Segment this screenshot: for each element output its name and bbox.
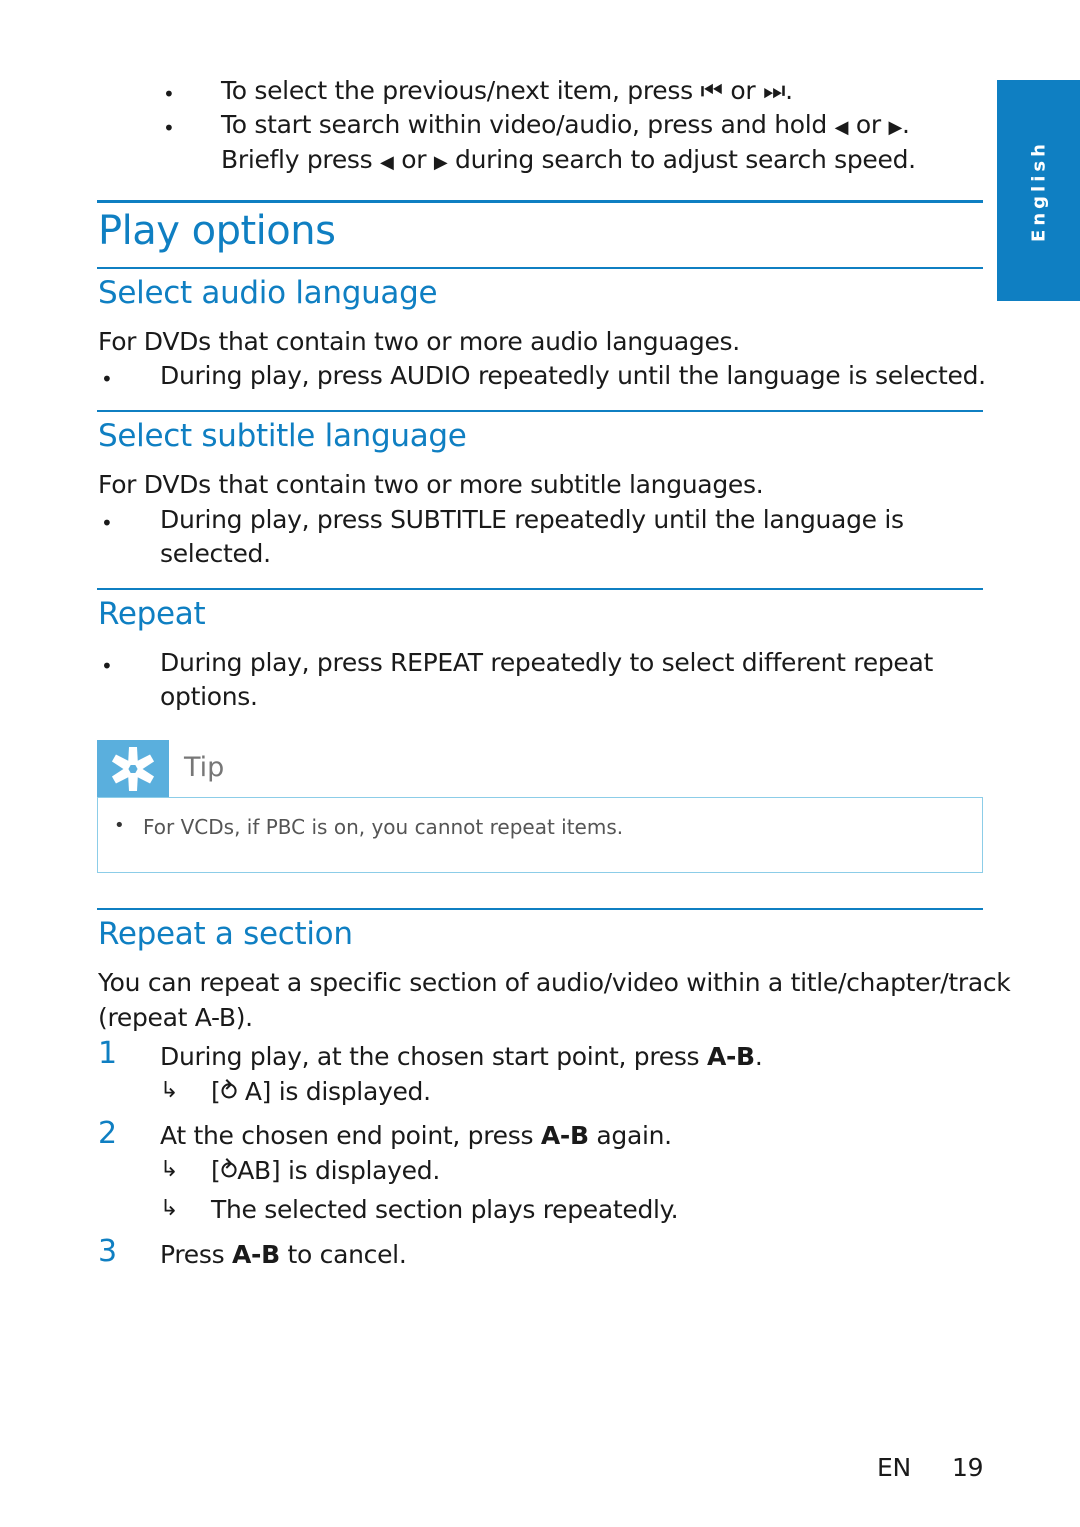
section-rule bbox=[97, 267, 983, 269]
step-number: 1 bbox=[98, 1036, 118, 1071]
bullet: • bbox=[101, 511, 113, 535]
next-icon: ⏭ bbox=[762, 76, 786, 105]
subtitle-intro: For DVDs that contain two or more subtit… bbox=[98, 470, 764, 499]
step-2-result-1: [⥁AB] is displayed. bbox=[211, 1156, 440, 1185]
bullet: • bbox=[101, 367, 113, 391]
repeat-bullet-cont: options. bbox=[160, 682, 258, 711]
step-1: During play, at the chosen start point, … bbox=[160, 1042, 763, 1071]
heading-repeat: Repeat bbox=[98, 596, 206, 632]
audio-bullet: During play, press AUDIO repeatedly unti… bbox=[160, 361, 986, 390]
subtitle-key: SUBTITLE bbox=[390, 505, 507, 534]
bullet: • bbox=[101, 654, 113, 678]
heading-repeat-section: Repeat a section bbox=[98, 916, 353, 952]
previous-icon: ⏮ bbox=[700, 76, 723, 105]
bullet: • bbox=[163, 82, 175, 106]
rewind-icon: ◀ bbox=[380, 152, 394, 173]
section-rule bbox=[97, 410, 983, 412]
rewind-icon: ◀ bbox=[834, 117, 849, 138]
result-arrow-icon: ↳ bbox=[160, 1196, 179, 1221]
intro-bullet-2: To start search within video/audio, pres… bbox=[221, 110, 910, 139]
page-number: 19 bbox=[952, 1453, 984, 1482]
repeat-key: REPEAT bbox=[390, 648, 483, 677]
page-title: Play options bbox=[98, 208, 336, 254]
subtitle-bullet: During play, press SUBTITLE repeatedly u… bbox=[160, 505, 904, 534]
step-1-result: [⥁ A] is displayed. bbox=[211, 1077, 431, 1106]
tip-label: Tip bbox=[184, 752, 225, 783]
ab-key: A-B bbox=[540, 1121, 589, 1150]
ab-key: A-B bbox=[231, 1240, 280, 1269]
heading-audio-language: Select audio language bbox=[98, 275, 438, 311]
intro-bullet-2-cont: Briefly press ◀ or ▶ during search to ad… bbox=[221, 145, 916, 174]
bullet: • bbox=[163, 116, 175, 140]
asterisk-icon bbox=[111, 746, 155, 791]
repeat-section-intro-cont: (repeat A-B). bbox=[98, 1003, 253, 1032]
result-arrow-icon: ↳ bbox=[160, 1157, 179, 1182]
step-number: 2 bbox=[98, 1116, 118, 1151]
language-side-tab: English bbox=[997, 80, 1080, 301]
repeat-section-intro: You can repeat a specific section of aud… bbox=[98, 968, 1011, 997]
repeat-bullet: During play, press REPEAT repeatedly to … bbox=[160, 648, 933, 677]
section-rule bbox=[97, 908, 983, 910]
title-rule bbox=[97, 200, 983, 203]
intro-bullet-1: To select the previous/next item, press … bbox=[221, 76, 793, 105]
subtitle-bullet-cont: selected. bbox=[160, 539, 271, 568]
audio-intro: For DVDs that contain two or more audio … bbox=[98, 327, 740, 356]
bullet: • bbox=[114, 815, 125, 836]
footer-language: EN bbox=[877, 1453, 911, 1482]
section-rule bbox=[97, 588, 983, 590]
step-3: Press A-B to cancel. bbox=[160, 1240, 407, 1269]
tip-icon bbox=[97, 740, 169, 797]
step-number: 3 bbox=[98, 1234, 118, 1269]
heading-subtitle-language: Select subtitle language bbox=[98, 418, 467, 454]
step-2: At the chosen end point, press A-B again… bbox=[160, 1121, 672, 1150]
ab-key: A-B bbox=[706, 1042, 755, 1071]
step-2-result-2: The selected section plays repeatedly. bbox=[211, 1195, 679, 1224]
forward-icon: ▶ bbox=[433, 152, 448, 173]
result-arrow-icon: ↳ bbox=[160, 1078, 179, 1103]
forward-icon: ▶ bbox=[888, 117, 903, 138]
language-label: English bbox=[1028, 139, 1049, 242]
audio-key: AUDIO bbox=[390, 361, 471, 390]
tip-text: For VCDs, if PBC is on, you cannot repea… bbox=[143, 815, 624, 839]
